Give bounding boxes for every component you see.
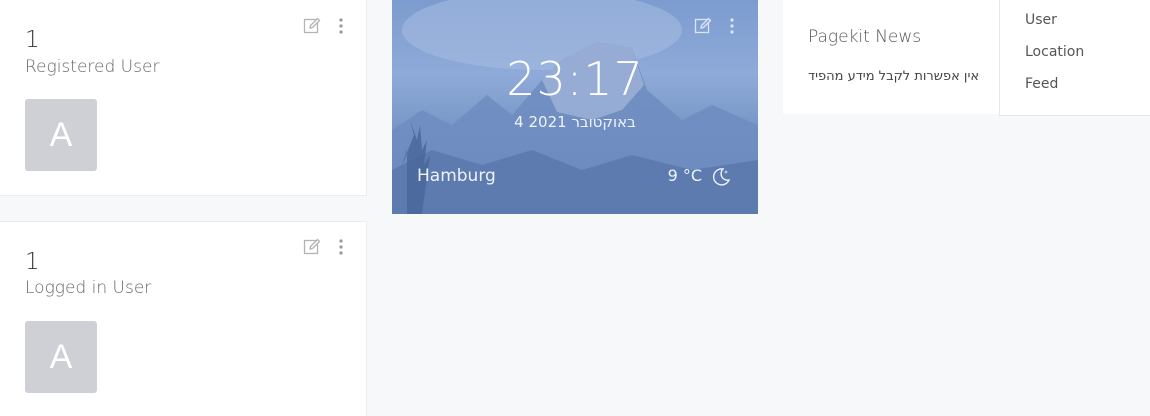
more-options-icon[interactable] [725, 17, 739, 35]
news-widget: Pagekit News אין אפשרות לקבל מידע מהפיד [783, 0, 1001, 114]
clock-date: 4 באוקטובר 2021 [514, 113, 636, 131]
moon-icon [710, 166, 732, 188]
menu-item-location[interactable]: Location [1025, 44, 1084, 60]
logged-in-users-count: 1 [25, 249, 40, 275]
avatar[interactable]: A [25, 99, 97, 171]
registered-users-label: Registered User [25, 57, 160, 77]
menu-item-user[interactable]: User [1025, 12, 1057, 28]
clock-time: 23:17 [506, 52, 644, 106]
add-widget-dropdown: User Location Feed [999, 0, 1150, 116]
logged-in-users-widget: 1 Logged in User A [0, 221, 367, 416]
weather-widget: 23:17 4 באוקטובר 2021 Hamburg 9 °C [392, 0, 758, 214]
registered-users-widget: 1 Registered User A [0, 0, 367, 196]
more-options-icon[interactable] [334, 238, 348, 256]
weather-city: Hamburg [417, 166, 496, 186]
weather-temperature: 9 °C [667, 166, 702, 185]
menu-item-feed[interactable]: Feed [1025, 76, 1058, 92]
news-title: Pagekit News [808, 27, 922, 47]
news-error-message: אין אפשרות לקבל מידע מהפיד [808, 69, 980, 84]
registered-users-count: 1 [25, 27, 40, 53]
avatar[interactable]: A [25, 321, 97, 393]
logged-in-users-label: Logged in User [25, 278, 152, 298]
edit-icon[interactable] [303, 238, 321, 256]
edit-icon[interactable] [303, 17, 321, 35]
edit-icon[interactable] [694, 17, 712, 35]
more-options-icon[interactable] [334, 17, 348, 35]
